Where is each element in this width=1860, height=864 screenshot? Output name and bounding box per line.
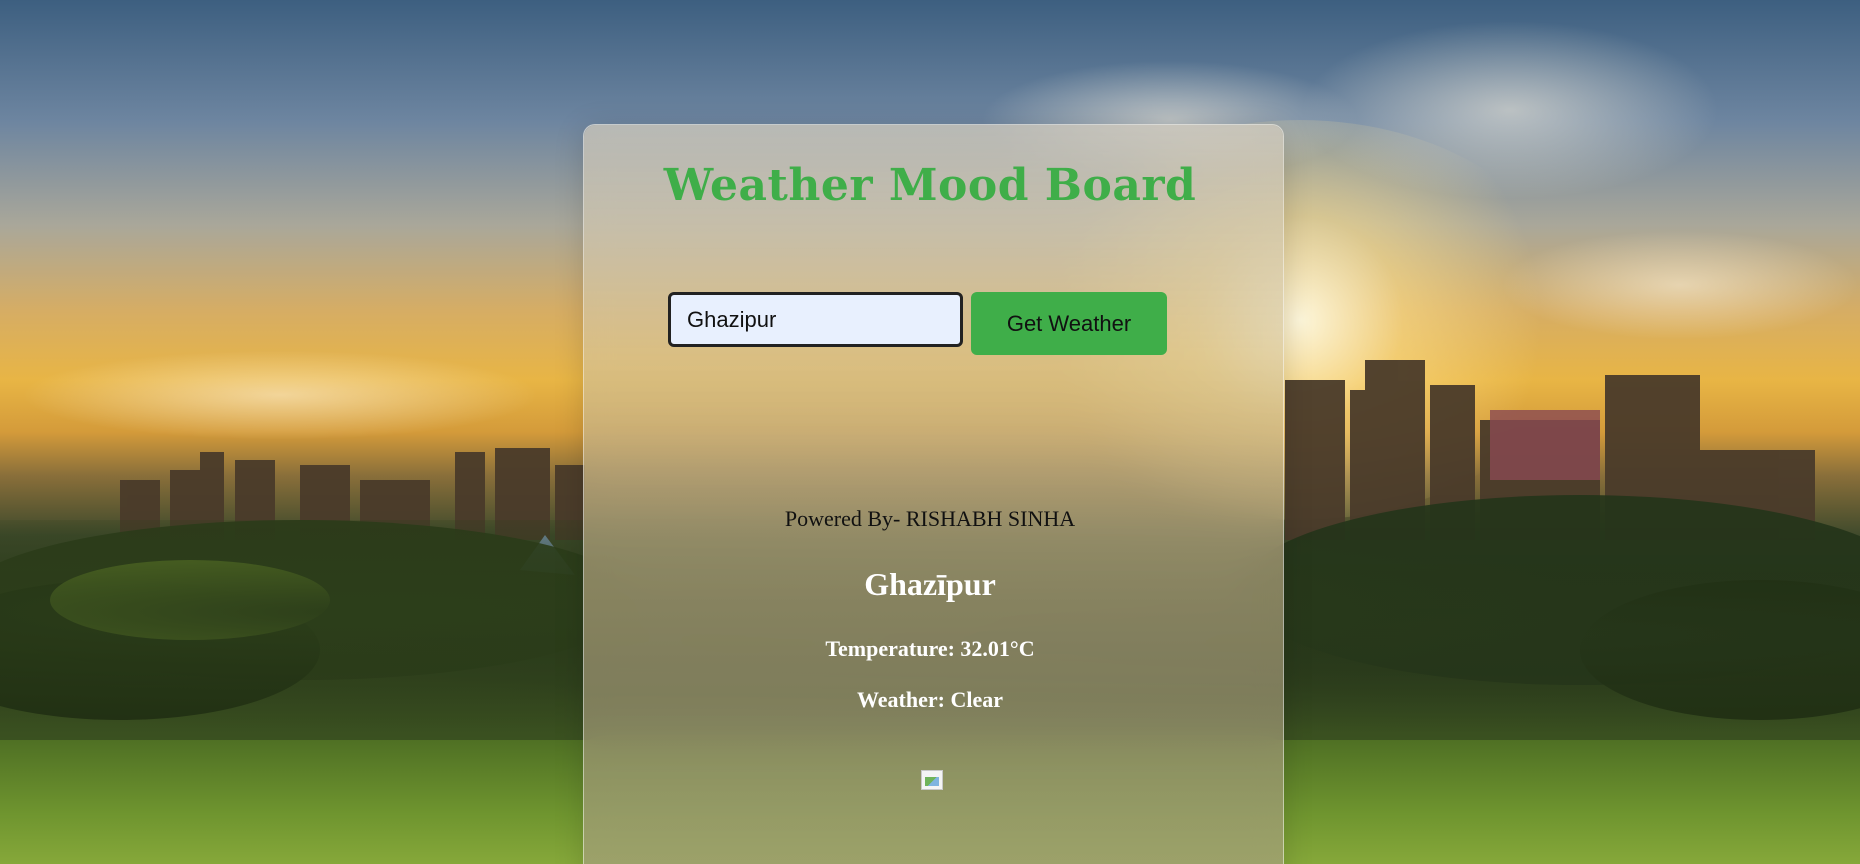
search-row: Get Weather (668, 292, 1167, 355)
city-search-input[interactable] (668, 292, 963, 347)
powered-by-text: Powered By- RISHABH SINHA (784, 506, 1076, 531)
broken-image-icon (921, 770, 943, 790)
weather-condition-text: Weather: Clear (857, 687, 1003, 712)
city-name: Ghazīpur (864, 566, 996, 602)
temperature-text: Temperature: 32.01°C (825, 636, 1035, 661)
page-title: Weather Mood Board (663, 160, 1197, 211)
card-glass-tint (584, 125, 1283, 864)
get-weather-button[interactable]: Get Weather (971, 292, 1167, 355)
weather-card (583, 124, 1284, 864)
